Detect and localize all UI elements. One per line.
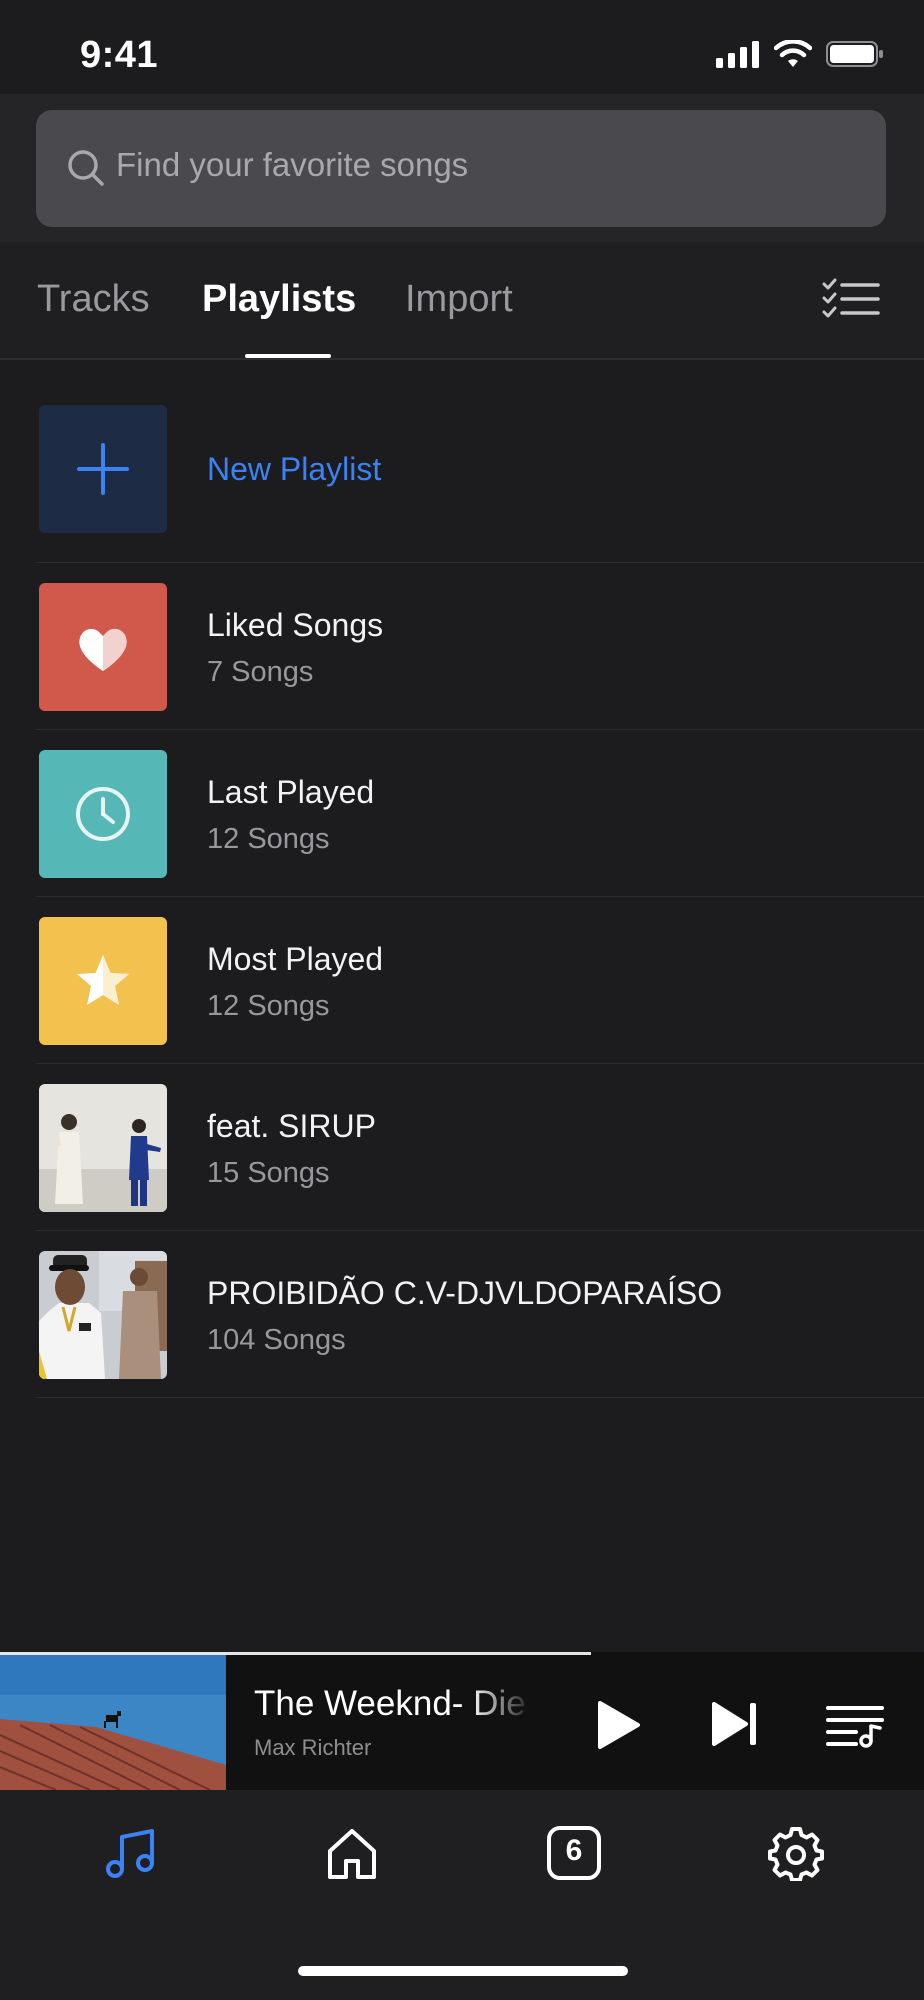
play-icon[interactable] xyxy=(596,1700,642,1750)
album-art xyxy=(39,1251,167,1379)
last-played-thumb xyxy=(39,750,167,878)
most-played-thumb xyxy=(39,917,167,1045)
playlist-song-count: 104 Songs xyxy=(207,1324,346,1356)
search-placeholder: Find your favorite songs xyxy=(116,146,469,183)
queue-music-icon[interactable] xyxy=(826,1702,884,1748)
playlist-title: Most Played xyxy=(207,941,384,977)
battery-icon xyxy=(826,41,883,67)
music-note-icon[interactable] xyxy=(104,1825,160,1881)
status-icons xyxy=(716,40,884,68)
clock-icon xyxy=(76,787,130,841)
playlist-title: Last Played xyxy=(207,774,375,810)
active-tab-indicator xyxy=(245,354,331,358)
playlist-song-count: 15 Songs xyxy=(207,1157,330,1189)
playlist-row-liked-songs[interactable]: Liked Songs 7 Songs xyxy=(0,563,924,730)
tab-playlists[interactable]: Playlists xyxy=(202,278,356,321)
star-icon xyxy=(77,955,129,1005)
playlist-song-count: 12 Songs xyxy=(207,990,330,1022)
plus-icon xyxy=(77,443,129,495)
heart-icon xyxy=(79,628,127,671)
playlist-title: Liked Songs xyxy=(207,607,384,643)
signal-icon xyxy=(716,41,759,68)
now-playing-cover xyxy=(0,1655,226,1790)
checklist-icon[interactable] xyxy=(822,278,880,322)
counter-badge-icon[interactable]: 6 xyxy=(546,1825,602,1881)
feat-sirup-cover xyxy=(39,1084,167,1212)
gear-icon[interactable] xyxy=(768,1825,824,1881)
search-icon xyxy=(68,150,104,186)
playlist-song-count: 12 Songs xyxy=(207,823,330,855)
playlist-title: feat. SIRUP xyxy=(207,1108,376,1144)
counter-badge-value: 6 xyxy=(565,1834,583,1867)
playlist-title: PROIBIDÃO C.V-DJVLDOPARAÍSO xyxy=(207,1275,723,1311)
tab-bar-top: Tracks Playlists Import xyxy=(0,242,924,360)
search-input[interactable]: Find your favorite songs xyxy=(36,110,886,227)
playlist-row-last-played[interactable]: Last Played 12 Songs xyxy=(0,730,924,897)
home-indicator xyxy=(298,1966,628,1976)
new-playlist-thumb xyxy=(39,405,167,533)
wifi-icon xyxy=(774,40,812,67)
skip-next-icon[interactable] xyxy=(710,1701,762,1747)
liked-songs-thumb xyxy=(39,583,167,711)
playlist-row-feat-sirup[interactable]: feat. SIRUP 15 Songs xyxy=(0,1064,924,1231)
row-divider xyxy=(36,1397,924,1398)
tab-import[interactable]: Import xyxy=(405,278,513,321)
playlist-list: New Playlist Liked Songs 7 Songs Last Pl… xyxy=(0,360,924,1400)
new-playlist-label: New Playlist xyxy=(207,451,382,487)
playlist-row-most-played[interactable]: Most Played 12 Songs xyxy=(0,897,924,1064)
now-playing-artist: Max Richter xyxy=(254,1735,372,1760)
now-playing-artwork[interactable] xyxy=(0,1655,226,1790)
home-icon[interactable] xyxy=(324,1825,380,1881)
title-fade xyxy=(470,1676,540,1732)
new-playlist-row[interactable]: New Playlist xyxy=(0,360,924,563)
proibidao-cover xyxy=(39,1251,167,1379)
playlist-song-count: 7 Songs xyxy=(207,656,314,688)
tab-tracks[interactable]: Tracks xyxy=(37,278,150,321)
playlist-row-proibidao[interactable]: PROIBIDÃO C.V-DJVLDOPARAÍSO 104 Songs xyxy=(0,1231,924,1398)
status-time: 9:41 xyxy=(80,34,159,76)
search-bar-container: Find your favorite songs xyxy=(0,94,924,242)
album-art xyxy=(39,1084,167,1212)
